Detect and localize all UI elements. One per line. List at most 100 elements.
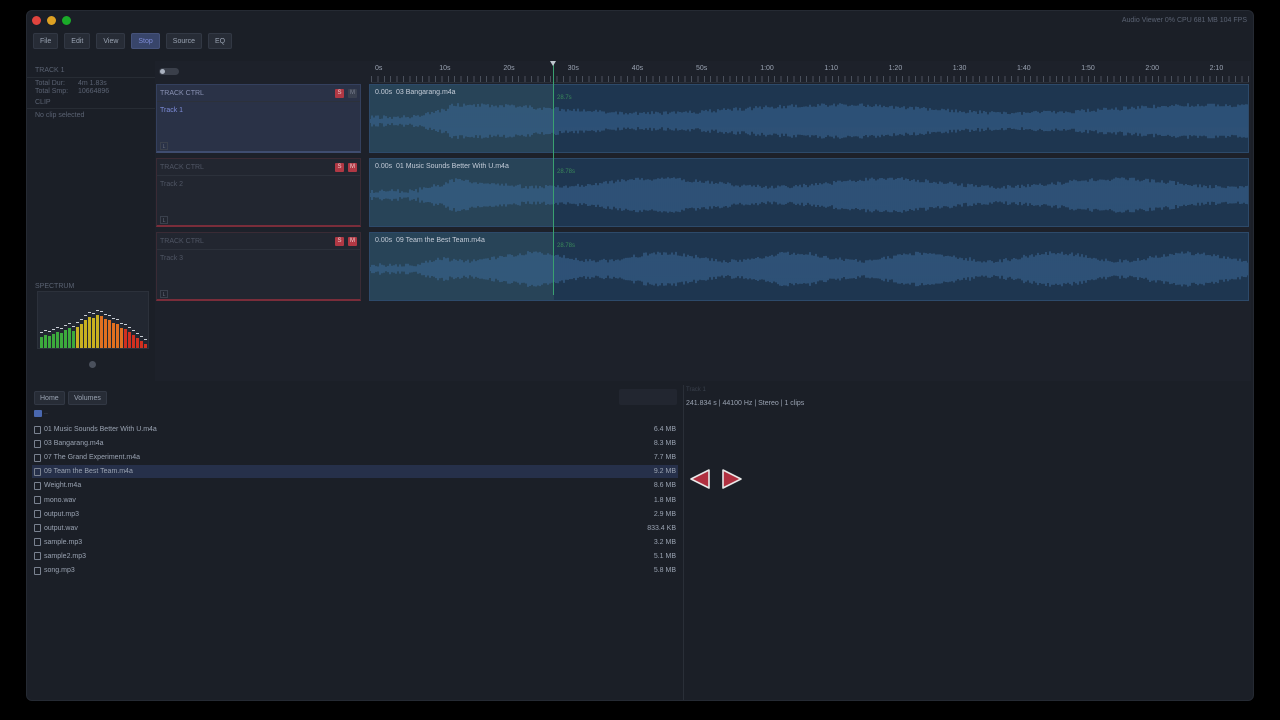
- ruler-label: 2:00: [1145, 65, 1160, 72]
- track-control-2[interactable]: TRACK CTRL S M Track 2 L: [156, 158, 361, 227]
- divider: [27, 77, 155, 78]
- clip-header[interactable]: 0.00s 09 Team the Best Team.m4a: [375, 237, 485, 244]
- playhead-position-label: 28.7s: [557, 95, 572, 101]
- spectrum-peak: [60, 328, 63, 329]
- clip-header[interactable]: 0.00s 03 Bangarang.m4a: [375, 89, 456, 96]
- track-lane-3[interactable]: 0.00s 09 Team the Best Team.m4a 28.78s: [369, 232, 1249, 301]
- spectrum-bar: [76, 327, 79, 348]
- file-name: 01 Music Sounds Better With U.m4a: [44, 426, 157, 433]
- track-name[interactable]: Track 3: [160, 255, 183, 262]
- spectrum-bar: [60, 333, 63, 348]
- arrangement-view: 0s 10s 20s 30s 40s 50s 1:00 1:10 1:20 1:30 1:40 1:5…: [155, 61, 1251, 381]
- track-control-3[interactable]: TRACK CTRL S M Track 3 L: [156, 232, 361, 301]
- track-ctrl-title: TRACK CTRL: [160, 238, 204, 245]
- file-name: Weight.m4a: [44, 482, 82, 490]
- spectrum-knob[interactable]: [89, 361, 96, 368]
- mute-button[interactable]: M: [348, 237, 357, 246]
- playhead-position-label: 28.78s: [557, 243, 576, 249]
- clip-name: 03 Bangarang.m4a: [396, 89, 456, 96]
- mute-button[interactable]: M: [348, 89, 357, 98]
- clip-header[interactable]: 0.00s 01 Music Sounds Better With U.m4a: [375, 163, 509, 170]
- playhead[interactable]: [553, 63, 554, 295]
- spectrum-label: SPECTRUM: [35, 283, 75, 290]
- spectrum-peak: [140, 336, 143, 337]
- location-volumes[interactable]: Volumes: [68, 391, 107, 405]
- spectrum-bar: [144, 344, 147, 348]
- solo-button[interactable]: S: [335, 89, 344, 98]
- file-size: 2.9 MB: [653, 510, 676, 518]
- snap-toggle[interactable]: [159, 68, 179, 75]
- timeline-ruler[interactable]: 0s 10s 20s 30s 40s 50s 1:00 1:10 1:20 1:30 1:40 1:5…: [371, 61, 1249, 83]
- next-arrow-icon[interactable]: [720, 467, 744, 491]
- file-size: 9.2 MB: [653, 468, 676, 476]
- clip-heading: CLIP: [35, 99, 51, 106]
- file-row[interactable]: 03 Bangarang.m4a 8.3 MB: [32, 437, 678, 450]
- file-row[interactable]: song.mp3 5.8 MB: [32, 564, 678, 577]
- spectrum-bar: [116, 324, 119, 348]
- spectrum-bar: [132, 335, 135, 348]
- file-icon: [34, 538, 41, 547]
- toolbar-button-eq[interactable]: EQ: [207, 33, 233, 49]
- ruler-label: 1:20: [888, 65, 903, 72]
- zoom-window-button[interactable]: [62, 16, 71, 25]
- file-row[interactable]: 01 Music Sounds Better With U.m4a 6.4 MB: [32, 423, 678, 436]
- file-row[interactable]: output.mp3 2.9 MB: [32, 508, 678, 521]
- track-lane-1[interactable]: 0.00s 03 Bangarang.m4a 28.7s: [369, 84, 1249, 153]
- file-row[interactable]: Weight.m4a 8.6 MB: [32, 479, 678, 492]
- spectrum-peak: [56, 327, 59, 328]
- spectrum-bar: [140, 341, 143, 348]
- solo-button[interactable]: S: [335, 163, 344, 172]
- track-name[interactable]: Track 1: [160, 107, 183, 114]
- ruler-label: 30s: [567, 65, 579, 72]
- solo-button[interactable]: S: [335, 237, 344, 246]
- total-smp-label: Total Smp:: [35, 88, 69, 95]
- file-row[interactable]: sample2.mp3 5.1 MB: [32, 550, 678, 563]
- file-name: 09 Team the Best Team.m4a: [44, 468, 133, 476]
- minimize-window-button[interactable]: [47, 16, 56, 25]
- lock-button[interactable]: L: [160, 216, 168, 224]
- ruler-ticks: [371, 76, 1249, 82]
- file-name: song.mp3: [44, 567, 75, 574]
- toolbar-button-file[interactable]: File: [33, 33, 59, 49]
- spectrum-analyzer: [37, 291, 149, 349]
- spectrum-bar: [128, 332, 131, 348]
- spectrum-bars: [40, 310, 147, 348]
- spectrum-bar: [68, 328, 71, 348]
- spectrum-peak: [76, 322, 79, 323]
- lock-button[interactable]: L: [160, 290, 168, 298]
- waveform-path: [370, 251, 1248, 287]
- parent-folder[interactable]: ..: [44, 409, 48, 416]
- mute-button[interactable]: M: [348, 163, 357, 172]
- toolbar-button-view[interactable]: View: [96, 33, 126, 49]
- track-control-1[interactable]: TRACK CTRL S M Track 1 L: [156, 84, 361, 153]
- playhead-handle[interactable]: [550, 61, 556, 66]
- clip-name: 09 Team the Best Team.m4a: [396, 237, 485, 244]
- total-smp-value: 10664896: [78, 88, 110, 95]
- browser-search-field[interactable]: [619, 389, 677, 405]
- file-row[interactable]: mono.wav 1.8 MB: [32, 494, 678, 507]
- close-window-button[interactable]: [32, 16, 41, 25]
- toolbar-button-stop[interactable]: Stop: [131, 33, 160, 49]
- file-row[interactable]: output.wav 833.4 KB: [32, 522, 678, 535]
- file-icon: [34, 524, 41, 533]
- file-size: 1.8 MB: [653, 496, 676, 504]
- left-panel: TRACK 1 Total Dur: 4m 1.83s Total Smp: 1…: [27, 61, 155, 381]
- previous-arrow-icon[interactable]: [688, 467, 712, 491]
- ruler-label: 1:30: [952, 65, 967, 72]
- file-row[interactable]: 09 Team the Best Team.m4a 9.2 MB: [32, 465, 678, 479]
- file-row[interactable]: 07 The Grand Experiment.m4a 7.7 MB: [32, 451, 678, 464]
- track-name[interactable]: Track 2: [160, 181, 183, 188]
- spectrum-bar: [44, 335, 47, 348]
- toolbar-button-source[interactable]: Source: [165, 33, 202, 49]
- status-readout: Audio Viewer 0% CPU 681 MB 104 FPS: [1121, 17, 1247, 24]
- track-lane-2[interactable]: 0.00s 01 Music Sounds Better With U.m4a 2…: [369, 158, 1249, 227]
- spectrum-peak: [116, 319, 119, 320]
- location-home[interactable]: Home: [34, 391, 65, 405]
- file-size: 7.7 MB: [653, 454, 676, 462]
- file-row[interactable]: sample.mp3 3.2 MB: [32, 536, 678, 549]
- spectrum-bar: [48, 336, 51, 348]
- clip-start: 0.00s: [375, 237, 393, 244]
- toolbar-button-edit[interactable]: Edit: [64, 33, 91, 49]
- lock-button[interactable]: L: [160, 142, 168, 150]
- folder-icon[interactable]: [34, 410, 42, 417]
